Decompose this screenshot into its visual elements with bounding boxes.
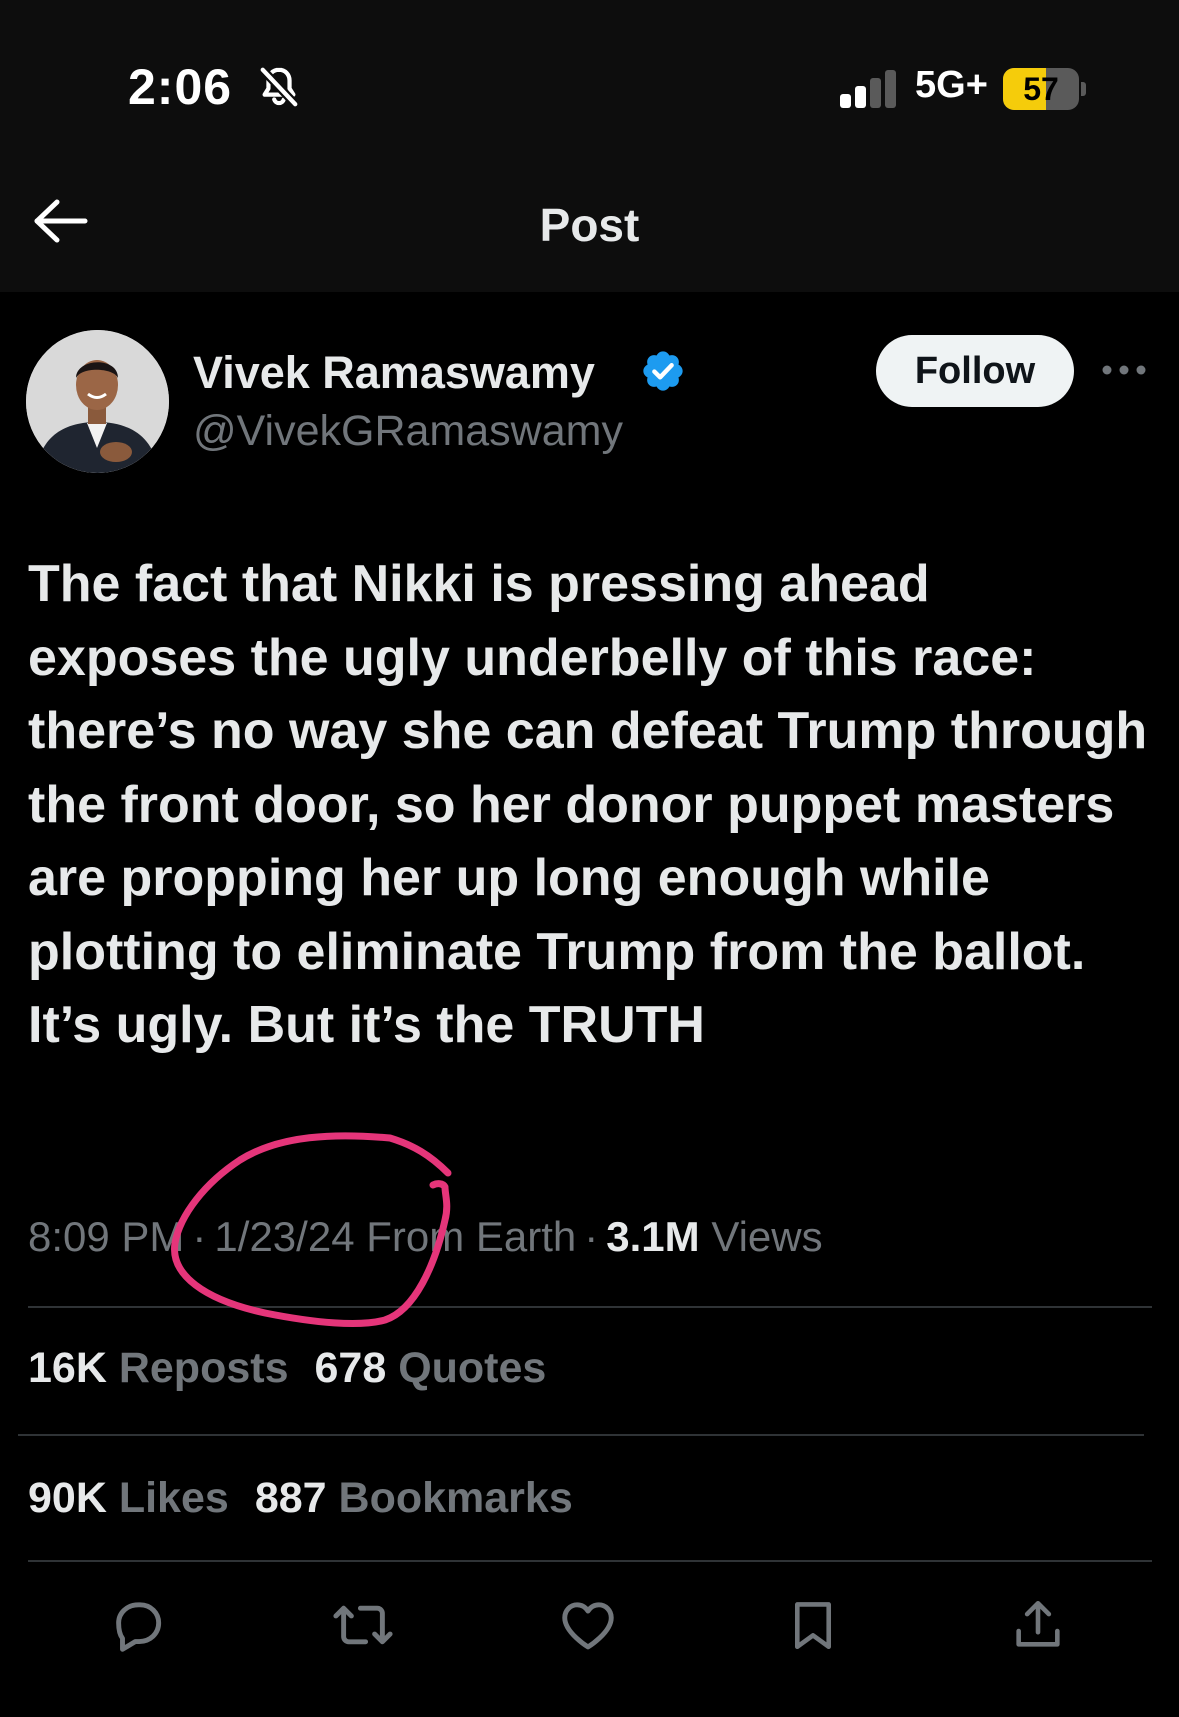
page-title: Post bbox=[539, 199, 640, 251]
like-button[interactable] bbox=[553, 1590, 623, 1660]
reposts-count: 16K bbox=[28, 1344, 107, 1392]
more-horizontal-icon[interactable] bbox=[1101, 360, 1147, 380]
cellular-signal-icon bbox=[840, 70, 896, 108]
battery-percent: 57 bbox=[1023, 71, 1059, 107]
likes-stat[interactable]: 90K Likes bbox=[28, 1474, 255, 1522]
bookmarks-count: 887 bbox=[254, 1474, 327, 1522]
reposts-label: Reposts bbox=[118, 1344, 289, 1392]
quotes-stat[interactable]: 678 Quotes bbox=[315, 1344, 573, 1392]
nav-bar: Post bbox=[0, 150, 1179, 292]
repost-icon bbox=[333, 1605, 393, 1645]
share-icon bbox=[1016, 1600, 1060, 1647]
avatar[interactable] bbox=[26, 330, 169, 473]
views-count: 3.1M bbox=[606, 1213, 700, 1260]
like-icon bbox=[562, 1602, 614, 1650]
share-button[interactable] bbox=[1003, 1590, 1073, 1660]
stats-row-likes: 90K Likes 887 Bookmarks bbox=[28, 1474, 599, 1523]
reposts-stat[interactable]: 16K Reposts bbox=[28, 1344, 315, 1392]
annotation-circle bbox=[171, 1132, 452, 1328]
divider bbox=[18, 1434, 1144, 1436]
reply-button[interactable] bbox=[103, 1590, 173, 1660]
bell-slash-icon bbox=[259, 66, 299, 108]
quotes-label: Quotes bbox=[398, 1344, 547, 1392]
network-type: 5G+ bbox=[915, 64, 988, 106]
author-name[interactable]: Vivek Ramaswamy bbox=[193, 347, 595, 399]
likes-label: Likes bbox=[118, 1474, 229, 1522]
status-bar: 2:06 5G+ 57 bbox=[0, 0, 1179, 150]
likes-count: 90K bbox=[28, 1474, 107, 1522]
follow-button[interactable]: Follow bbox=[876, 335, 1074, 407]
reply-icon bbox=[116, 1602, 162, 1652]
meta-separator: · bbox=[584, 1213, 599, 1260]
bookmarks-stat[interactable]: 887 Bookmarks bbox=[255, 1474, 599, 1522]
stats-row-reposts: 16K Reposts 678 Quotes bbox=[28, 1344, 572, 1393]
action-bar bbox=[0, 1590, 1179, 1670]
quotes-count: 678 bbox=[314, 1344, 387, 1392]
battery-indicator: 57 bbox=[1003, 68, 1086, 110]
bookmarks-label: Bookmarks bbox=[338, 1474, 573, 1522]
status-time: 2:06 bbox=[128, 59, 233, 115]
author-handle[interactable]: @VivekGRamaswamy bbox=[193, 407, 623, 456]
verified-badge-icon bbox=[643, 351, 683, 391]
post-text: The fact that Nikki is pressing ahead ex… bbox=[28, 555, 1148, 1054]
repost-button[interactable] bbox=[328, 1590, 398, 1660]
profile-photo bbox=[26, 330, 169, 473]
divider bbox=[28, 1560, 1152, 1562]
post-time: 8:09 PM bbox=[28, 1213, 185, 1260]
views-label[interactable]: Views bbox=[711, 1213, 822, 1260]
bookmark-icon bbox=[794, 1602, 832, 1650]
bookmark-button[interactable] bbox=[778, 1590, 848, 1660]
